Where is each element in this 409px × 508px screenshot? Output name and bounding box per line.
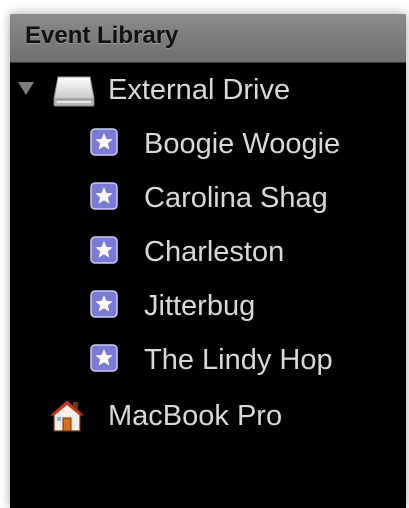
event-item-label: Charleston xyxy=(144,236,285,268)
screenshot-frame: Event Library External Drive Boogie Woog… xyxy=(0,0,409,508)
home-icon xyxy=(50,400,84,432)
event-item-jitterbug[interactable]: Jitterbug xyxy=(10,278,406,332)
sidebar-item-label: MacBook Pro xyxy=(108,400,283,432)
event-library-header: Event Library xyxy=(10,14,406,63)
event-star-icon xyxy=(90,128,118,156)
sidebar-item-external-drive[interactable]: External Drive xyxy=(10,62,406,116)
event-star-icon xyxy=(90,182,118,210)
event-item-label: Jitterbug xyxy=(144,290,256,322)
event-star-icon xyxy=(90,290,118,318)
event-star-icon xyxy=(90,236,118,264)
event-item-the-lindy-hop[interactable]: The Lindy Hop xyxy=(10,332,406,386)
event-library-panel: Event Library External Drive Boogie Woog… xyxy=(10,14,406,508)
event-star-icon xyxy=(90,344,118,372)
event-library-title: Event Library xyxy=(25,22,179,49)
event-library-list: External Drive Boogie Woogie Carolina Sh… xyxy=(10,62,406,508)
event-item-charleston[interactable]: Charleston xyxy=(10,224,406,278)
event-item-label: Boogie Woogie xyxy=(144,128,341,160)
sidebar-item-label: External Drive xyxy=(108,74,291,106)
event-item-carolina-shag[interactable]: Carolina Shag xyxy=(10,170,406,224)
event-item-label: The Lindy Hop xyxy=(144,344,333,376)
external-drive-icon xyxy=(53,76,95,107)
sidebar-item-macbook-pro[interactable]: MacBook Pro xyxy=(10,388,406,442)
event-item-boogie-woogie[interactable]: Boogie Woogie xyxy=(10,116,406,170)
disclosure-triangle-icon[interactable] xyxy=(18,82,34,95)
event-item-label: Carolina Shag xyxy=(144,182,328,214)
